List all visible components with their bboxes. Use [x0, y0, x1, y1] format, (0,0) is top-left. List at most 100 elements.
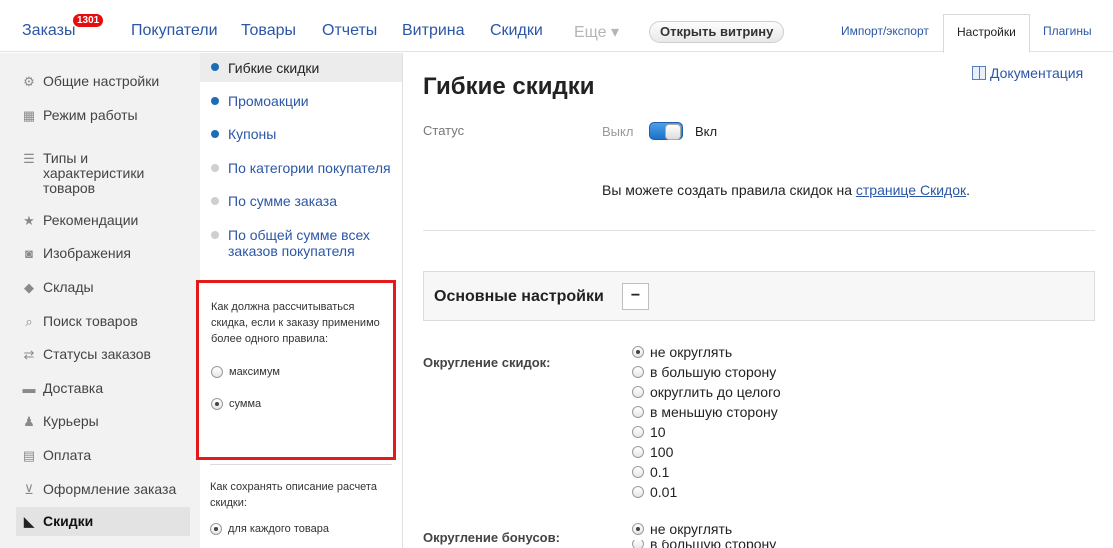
divider: [210, 464, 392, 465]
discount-type-customer-category[interactable]: По категории покупателя: [200, 160, 402, 176]
sidebar-item-label: Общие настройки: [43, 73, 160, 89]
sidebar-item-recommendations[interactable]: ★ Рекомендации: [16, 209, 190, 232]
discount-type-promos[interactable]: Промоакции: [200, 93, 402, 109]
star-icon: ★: [23, 213, 35, 228]
truck-icon: ▬: [22, 381, 36, 396]
sidebar-item-general[interactable]: ⚙ Общие настройки: [16, 70, 190, 93]
sidebar-item-order-statuses[interactable]: ⇄ Статусы заказов: [16, 343, 190, 366]
tab-settings[interactable]: Настройки: [943, 14, 1030, 53]
nav-customers[interactable]: Покупатели: [131, 22, 218, 40]
radio-label: для каждого товара: [228, 523, 329, 535]
radio-button[interactable]: [632, 466, 644, 478]
sidebar-item-label: Изображения: [43, 245, 131, 261]
calendar-icon: ▦: [22, 108, 36, 123]
radio-button-selected[interactable]: [210, 523, 222, 535]
enabled-dot-icon: [211, 130, 219, 138]
radio-button[interactable]: [632, 446, 644, 458]
nav-products[interactable]: Товары: [241, 22, 296, 40]
bonus-rounding-option[interactable]: в большую сторону: [632, 540, 776, 548]
tag-icon: ◣: [24, 514, 34, 529]
rounding-option[interactable]: в большую сторону: [632, 362, 781, 382]
sidebar-item-label: Курьеры: [43, 413, 99, 429]
sidebar-item-couriers[interactable]: ♟ Курьеры: [16, 410, 190, 433]
save-description-setting: Как сохранять описание расчета скидки: д…: [210, 479, 392, 535]
discount-type-coupons[interactable]: Купоны: [200, 126, 402, 142]
rounding-option[interactable]: 10: [632, 422, 781, 442]
nav-reports[interactable]: Отчеты: [322, 22, 377, 40]
radio-button[interactable]: [632, 366, 644, 378]
radio-button[interactable]: [632, 406, 644, 418]
wallet-icon: ▤: [22, 448, 36, 463]
rounding-option[interactable]: 100: [632, 442, 781, 462]
section-title: Основные настройки: [434, 288, 604, 305]
discount-rounding-options: не округлять в большую сторону округлить…: [632, 342, 781, 502]
rounding-option[interactable]: не округлять: [632, 342, 781, 362]
bonus-rounding-options: не округлять: [632, 519, 732, 539]
cart-icon: ⊻: [24, 482, 34, 497]
rounding-option[interactable]: округлить до целого: [632, 382, 781, 402]
calc-option-sum[interactable]: сумма: [211, 398, 381, 410]
discount-type-label: По категории покупателя: [228, 160, 391, 176]
sidebar-item-shipping[interactable]: ▬ Доставка: [16, 377, 190, 400]
rounding-option[interactable]: 0.01: [632, 482, 781, 502]
disabled-dot-icon: [211, 197, 219, 205]
sidebar-item-payment[interactable]: ▤ Оплата: [16, 444, 190, 467]
radio-label: округлить до целого: [650, 384, 781, 400]
sidebar-item-label: Оплата: [43, 447, 92, 463]
radio-button-selected[interactable]: [632, 523, 644, 535]
sidebar-item-checkout[interactable]: ⊻ Оформление заказа: [16, 478, 190, 501]
open-storefront-button[interactable]: Открыть витрину: [649, 21, 785, 43]
nav-storefront[interactable]: Витрина: [402, 22, 465, 40]
orders-count-badge: 1301: [73, 14, 104, 27]
radio-button-selected[interactable]: [632, 346, 644, 358]
radio-label: в меньшую сторону: [650, 404, 778, 420]
sidebar-item-label: Скидки: [43, 513, 94, 529]
disabled-dot-icon: [211, 164, 219, 172]
discount-type-customer-total[interactable]: По общей сумме всех заказов покупателя: [200, 227, 402, 259]
discount-type-order-total[interactable]: По сумме заказа: [200, 193, 402, 209]
bonus-rounding-option[interactable]: не округлять: [632, 519, 732, 539]
documentation-link[interactable]: Документация: [972, 65, 1083, 81]
sidebar-item-label: Поиск товаров: [43, 313, 138, 329]
book-icon: [972, 66, 986, 80]
radio-label: 100: [650, 444, 674, 460]
camera-icon: ◙: [25, 246, 33, 261]
status-toggle[interactable]: [649, 122, 683, 140]
radio-button[interactable]: [632, 486, 644, 498]
calculation-mode-box: Как должна рассчитываться скидка, если к…: [196, 280, 396, 460]
rounding-option[interactable]: 0.1: [632, 462, 781, 482]
radio-button[interactable]: [632, 540, 644, 548]
radio-button[interactable]: [632, 426, 644, 438]
radio-button[interactable]: [632, 386, 644, 398]
rounding-option[interactable]: в меньшую сторону: [632, 402, 781, 422]
settings-sidebar: ⚙ Общие настройки ▦ Режим работы ☰ Типы …: [0, 53, 200, 548]
tab-plugins[interactable]: Плагины: [1043, 24, 1092, 38]
radio-button[interactable]: [211, 366, 223, 378]
radio-label: 0.01: [650, 484, 678, 500]
discount-type-label: Гибкие скидки: [228, 60, 320, 76]
divider: [423, 230, 1095, 231]
tab-import-export[interactable]: Импорт/экспорт: [841, 24, 929, 38]
sidebar-item-label: Склады: [43, 279, 94, 295]
nav-orders[interactable]: Заказы: [22, 22, 75, 40]
sidebar-item-images[interactable]: ◙ Изображения: [16, 242, 190, 265]
status-label: Статус: [423, 123, 465, 138]
sidebar-item-product-types[interactable]: ☰ Типы и характеристики товаров: [16, 147, 190, 200]
radio-button-selected[interactable]: [211, 398, 223, 410]
sidebar-item-search[interactable]: ⌕ Поиск товаров: [16, 310, 190, 333]
bonus-rounding-label: Округление бонусов:: [423, 530, 560, 545]
sidebar-item-schedule[interactable]: ▦ Режим работы: [16, 104, 190, 127]
box-icon: ◆: [24, 280, 34, 295]
sidebar-item-stocks[interactable]: ◆ Склады: [16, 276, 190, 299]
collapse-section-button[interactable]: −: [622, 283, 649, 310]
discount-type-flexible[interactable]: Гибкие скидки: [200, 53, 402, 82]
calc-option-maximum[interactable]: максимум: [211, 366, 381, 378]
radio-label: не округлять: [650, 521, 733, 537]
save-option-per-item[interactable]: для каждого товара: [210, 523, 392, 535]
nav-more-dropdown[interactable]: Еще ▾: [574, 22, 619, 42]
enabled-dot-icon: [211, 97, 219, 105]
discounts-page-link[interactable]: странице Скидок: [856, 182, 966, 198]
sidebar-item-discounts[interactable]: ◣ Скидки: [16, 507, 190, 536]
nav-discounts[interactable]: Скидки: [490, 22, 543, 40]
runner-icon: ♟: [23, 414, 35, 429]
